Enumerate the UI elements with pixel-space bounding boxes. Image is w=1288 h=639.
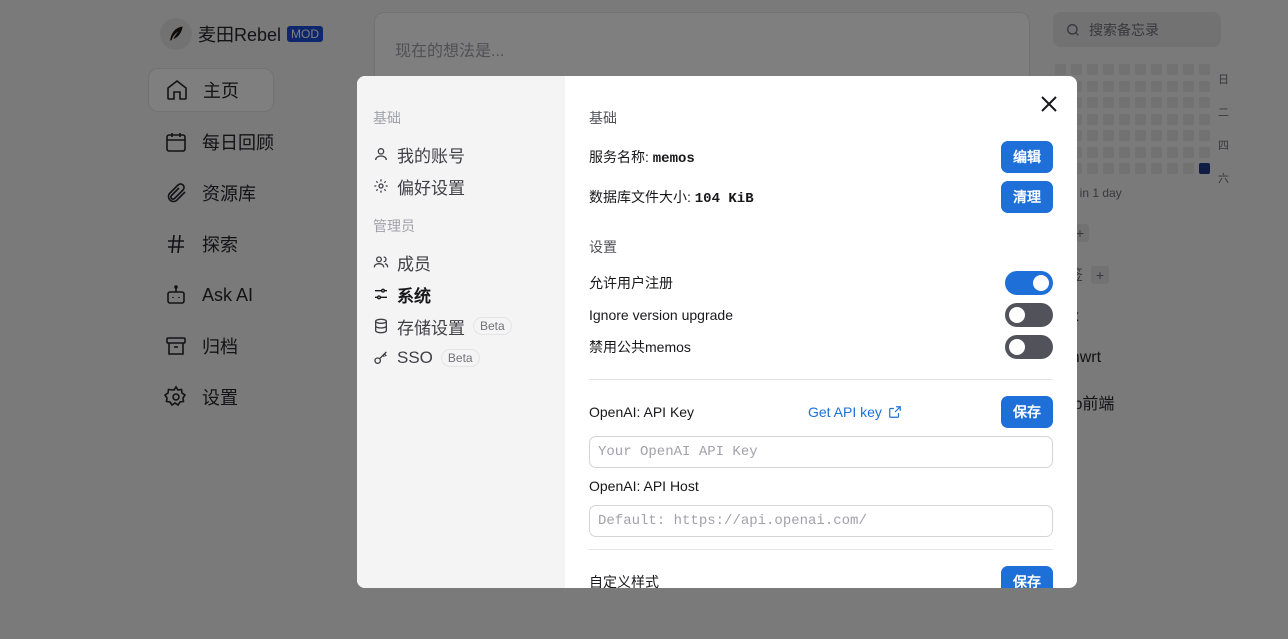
key-icon: [374, 351, 387, 364]
sidebar-item-storage[interactable]: 存储设置 Beta: [357, 310, 565, 342]
beta-badge: Beta: [473, 317, 512, 335]
sidebar-item-my-account[interactable]: 我的账号: [357, 138, 565, 170]
db-size-field: 数据库文件大小: 104 KiB: [589, 187, 754, 207]
openai-host-placeholder: Default: https://api.openai.com/: [598, 513, 867, 529]
database-icon: [375, 318, 387, 334]
service-name-row: 服务名称: memos 编辑: [589, 141, 1053, 173]
section-title-basic: 基础: [589, 110, 617, 126]
clean-button[interactable]: 清理: [1001, 181, 1053, 213]
sidebar-item-label: 我的账号: [397, 146, 465, 166]
toggle-row-disable-public: 禁用公共memos: [589, 335, 1053, 359]
openai-key-row: OpenAI: API Key Get API key 保存: [589, 396, 1053, 428]
settings-dialog: 基础 我的账号 偏好设置 管理员 成员 系统 存储设置 Beta SSO Bet…: [357, 76, 1077, 588]
db-size-value: 104 KiB: [694, 191, 754, 207]
group-admin-label: 管理员: [373, 218, 415, 234]
sidebar-item-sso[interactable]: SSO Beta: [357, 342, 565, 374]
service-name-field: 服务名称: memos: [589, 147, 695, 167]
sidebar-item-members[interactable]: 成员: [357, 246, 565, 278]
toggle-label: 禁用公共memos: [589, 339, 691, 355]
get-api-key-link[interactable]: Get API key: [808, 404, 902, 420]
group-basic-label: 基础: [373, 110, 401, 126]
openai-host-label: OpenAI: API Host: [589, 478, 699, 494]
settings-content: 基础 服务名称: memos 编辑 数据库文件大小: 104 KiB 清理 设置…: [565, 76, 1077, 588]
external-link-icon: [889, 406, 901, 418]
toggle-row-ignore-upgrade: Ignore version upgrade: [589, 303, 1053, 327]
openai-key-input[interactable]: Your OpenAI API Key: [589, 436, 1053, 468]
db-size-row: 数据库文件大小: 104 KiB 清理: [589, 181, 1053, 213]
beta-badge: Beta: [440, 349, 480, 367]
sidebar-item-label: 成员: [397, 254, 431, 274]
sliders-icon: [375, 288, 387, 300]
divider: [589, 379, 1053, 380]
allow-signup-toggle[interactable]: [1005, 271, 1053, 295]
openai-key-label: OpenAI: API Key: [589, 404, 695, 420]
sidebar-item-label: 存储设置: [397, 318, 465, 338]
sidebar-item-system[interactable]: 系统: [357, 278, 565, 310]
disable-public-toggle[interactable]: [1005, 335, 1053, 359]
toggle-row-allow-signup: 允许用户注册: [589, 271, 1053, 295]
db-size-label: 数据库文件大小:: [589, 189, 691, 205]
edit-button[interactable]: 编辑: [1001, 141, 1053, 173]
settings-sidebar: 基础 我的账号 偏好设置 管理员 成员 系统 存储设置 Beta SSO Bet…: [357, 76, 565, 588]
sidebar-item-preferences[interactable]: 偏好设置: [357, 170, 565, 202]
save-api-key-button[interactable]: 保存: [1001, 396, 1053, 428]
section-title-settings: 设置: [589, 239, 617, 255]
gear-icon: [374, 179, 388, 193]
service-name-value: memos: [652, 151, 695, 167]
toggle-label: Ignore version upgrade: [589, 307, 733, 323]
divider: [589, 549, 1053, 550]
save-custom-style-button[interactable]: 保存: [1001, 566, 1053, 588]
sidebar-item-label: 偏好设置: [397, 178, 465, 198]
users-icon: [373, 256, 389, 268]
custom-style-label: 自定义样式: [589, 574, 659, 588]
custom-style-row: 自定义样式 保存: [589, 566, 1053, 588]
openai-key-placeholder: Your OpenAI API Key: [598, 444, 758, 460]
service-name-label: 服务名称:: [589, 149, 649, 165]
sidebar-item-label: 系统: [397, 286, 431, 306]
openai-host-input[interactable]: Default: https://api.openai.com/: [589, 505, 1053, 537]
sidebar-item-label: SSO: [397, 348, 433, 367]
ignore-upgrade-toggle[interactable]: [1005, 303, 1053, 327]
close-icon[interactable]: [1039, 94, 1059, 114]
get-api-key-text: Get API key: [808, 404, 882, 420]
toggle-label: 允许用户注册: [589, 275, 673, 291]
user-icon: [375, 148, 387, 161]
